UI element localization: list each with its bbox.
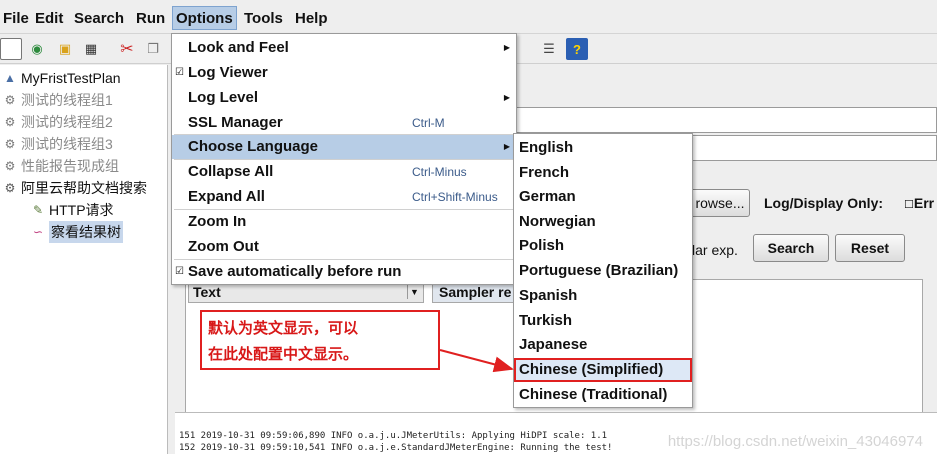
tree-item-view-results-tree[interactable]: ∽ 察看结果树 bbox=[30, 221, 123, 243]
open-icon[interactable]: ▣ bbox=[54, 38, 76, 60]
regex-label: lar exp. bbox=[692, 242, 738, 258]
language-polish[interactable]: Polish bbox=[514, 234, 692, 258]
save-icon[interactable]: ▦ bbox=[80, 38, 102, 60]
thread-group-icon: ⚙ bbox=[4, 159, 16, 173]
tree-item-label: 察看结果树 bbox=[49, 221, 123, 243]
menu-item-log-viewer[interactable]: ☑ Log Viewer bbox=[172, 61, 516, 85]
menu-item-zoom-out[interactable]: Zoom Out bbox=[172, 235, 516, 259]
menu-item-look-and-feel[interactable]: Look and Feel ▶ bbox=[172, 36, 516, 60]
menu-help[interactable]: Help bbox=[292, 7, 331, 31]
tree-item-thread-group-2[interactable]: ⚙ 测试的线程组2 bbox=[2, 111, 113, 133]
chevron-right-icon: ▶ bbox=[503, 142, 510, 151]
name-field[interactable] bbox=[515, 107, 937, 133]
menu-item-save-automatically[interactable]: ☑ Save automatically before run bbox=[172, 260, 516, 284]
language-chinese-simplified[interactable]: Chinese (Simplified) bbox=[514, 358, 692, 382]
menu-file[interactable]: File bbox=[0, 7, 32, 31]
log-display-label: Log/Display Only: bbox=[764, 195, 884, 211]
options-menu: Look and Feel ▶ ☑ Log Viewer Log Level ▶ SS… bbox=[171, 33, 517, 285]
renderer-label: Text bbox=[193, 284, 221, 300]
chevron-right-icon: ▶ bbox=[503, 43, 510, 52]
menu-item-ssl-manager[interactable]: SSL Manager Ctrl-M bbox=[172, 111, 516, 135]
tree-item-thread-group-5[interactable]: ⚙ 阿里云帮助文档搜索 bbox=[2, 177, 147, 199]
check-icon: ☑ bbox=[175, 266, 184, 277]
menu-run[interactable]: Run bbox=[133, 7, 168, 31]
sampler-icon: ✎ bbox=[32, 203, 44, 217]
tree-item-thread-group-1[interactable]: ⚙ 测试的线程组1 bbox=[2, 89, 113, 111]
thread-group-icon: ⚙ bbox=[4, 137, 16, 151]
log-line: 151 2019-10-31 09:59:06,890 INFO o.a.j.u… bbox=[179, 431, 608, 441]
language-turkish[interactable]: Turkish bbox=[514, 309, 692, 333]
menu-item-collapse-all[interactable]: Collapse All Ctrl-Minus bbox=[172, 160, 516, 184]
language-spanish[interactable]: Spanish bbox=[514, 284, 692, 308]
menu-item-log-level[interactable]: Log Level ▶ bbox=[172, 86, 516, 110]
chevron-down-icon: ▼ bbox=[407, 285, 421, 299]
language-norwegian[interactable]: Norwegian bbox=[514, 210, 692, 234]
thread-group-icon: ⚙ bbox=[4, 181, 16, 195]
test-plan-icon: ▲ bbox=[4, 71, 16, 85]
tree-item-thread-group-3[interactable]: ⚙ 测试的线程组3 bbox=[2, 133, 113, 155]
tree-item-label: MyFristTestPlan bbox=[21, 70, 121, 86]
function-helper-icon[interactable]: ☰ bbox=[538, 38, 560, 60]
copy-icon[interactable]: ❐ bbox=[142, 38, 164, 60]
language-submenu: English French German Norwegian Polish P… bbox=[513, 133, 693, 408]
menu-item-zoom-in[interactable]: Zoom In bbox=[172, 210, 516, 234]
new-icon[interactable] bbox=[0, 38, 22, 60]
tree-item-thread-group-4[interactable]: ⚙ 性能报告现成组 bbox=[2, 155, 119, 177]
tree-item-http-request[interactable]: ✎ HTTP请求 bbox=[30, 199, 114, 221]
menu-item-expand-all[interactable]: Expand All Ctrl+Shift-Minus bbox=[172, 185, 516, 209]
watermark: https://blog.csdn.net/weixin_43046974 bbox=[667, 433, 923, 450]
tree-item-label: HTTP请求 bbox=[49, 202, 114, 218]
browse-button[interactable]: rowse... bbox=[690, 189, 750, 217]
menu-options[interactable]: Options bbox=[172, 6, 237, 30]
menu-search[interactable]: Search bbox=[71, 7, 127, 31]
tree-item-test-plan[interactable]: ▲ MyFristTestPlan bbox=[2, 67, 121, 89]
test-plan-tree: ▲ MyFristTestPlan ⚙ 测试的线程组1 ⚙ 测试的线程组2 ⚙ … bbox=[0, 65, 168, 454]
language-chinese-traditional[interactable]: Chinese (Traditional) bbox=[514, 383, 692, 407]
help-icon[interactable]: ? bbox=[566, 38, 588, 60]
menu-edit[interactable]: Edit bbox=[32, 7, 66, 31]
annotation-line: 在此处配置中文显示。 bbox=[208, 345, 359, 363]
annotation-callout: 默认为英文显示，可以 在此处配置中文显示。 bbox=[200, 310, 440, 370]
templates-icon[interactable]: ◉ bbox=[26, 38, 48, 60]
reset-button[interactable]: Reset bbox=[835, 234, 905, 262]
tree-item-label: 性能报告现成组 bbox=[21, 158, 119, 174]
tree-item-label: 阿里云帮助文档搜索 bbox=[21, 180, 147, 196]
cut-icon[interactable]: ✂ bbox=[116, 38, 138, 60]
language-german[interactable]: German bbox=[514, 185, 692, 209]
language-japanese[interactable]: Japanese bbox=[514, 333, 692, 357]
menu-item-choose-language[interactable]: Choose Language ▶ bbox=[172, 135, 516, 159]
listener-icon: ∽ bbox=[32, 225, 44, 239]
thread-group-icon: ⚙ bbox=[4, 93, 16, 107]
tree-item-label: 测试的线程组2 bbox=[21, 114, 113, 130]
check-icon: ☑ bbox=[175, 67, 184, 78]
language-english[interactable]: English bbox=[514, 136, 692, 160]
language-french[interactable]: French bbox=[514, 161, 692, 185]
annotation-line: 默认为英文显示，可以 bbox=[208, 319, 359, 337]
log-viewer: 151 2019-10-31 09:59:06,890 INFO o.a.j.u… bbox=[175, 412, 937, 454]
tree-item-label: 测试的线程组1 bbox=[21, 92, 113, 108]
search-button[interactable]: Search bbox=[753, 234, 829, 262]
menu-tools[interactable]: Tools bbox=[241, 7, 286, 31]
log-line: 152 2019-10-31 09:59:10,541 INFO o.a.j.e… bbox=[179, 443, 613, 453]
thread-group-icon: ⚙ bbox=[4, 115, 16, 129]
errors-checkbox[interactable]: ☐Err bbox=[904, 195, 934, 211]
tree-item-label: 测试的线程组3 bbox=[21, 136, 113, 152]
language-portuguese-brazilian[interactable]: Portuguese (Brazilian) bbox=[514, 259, 692, 283]
menu-bar: File Edit Search Run Options Tools Help bbox=[0, 0, 937, 34]
chevron-right-icon: ▶ bbox=[503, 93, 510, 102]
